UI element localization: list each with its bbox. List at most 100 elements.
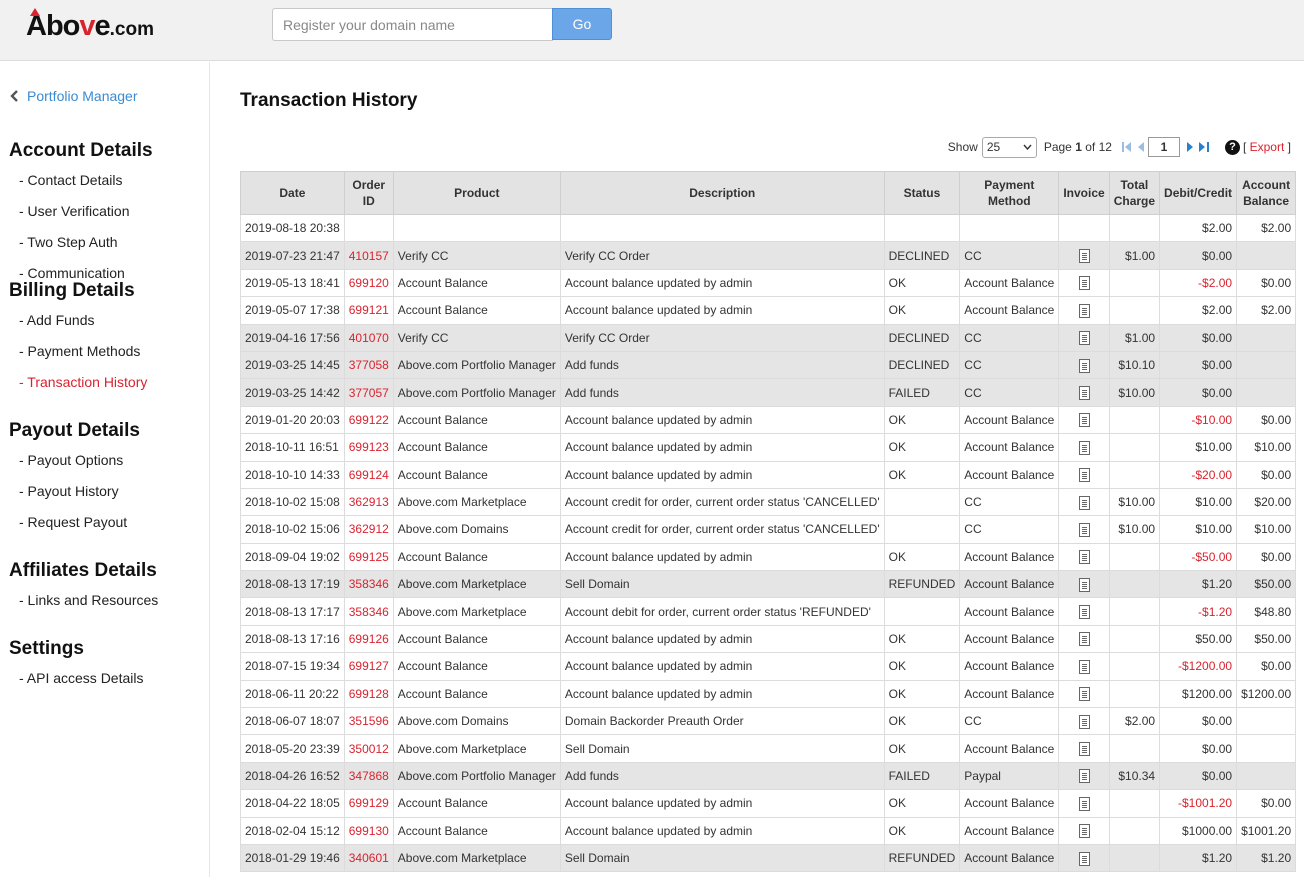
order-cell[interactable]: 699130 xyxy=(343,816,394,845)
invoice-icon[interactable] xyxy=(1078,742,1090,757)
table-row[interactable]: 2018-10-11 16:51 699123 Account Balance Acc… xyxy=(240,433,1297,462)
invoice-icon[interactable] xyxy=(1078,495,1090,510)
sidebar-item[interactable]: - API access Details xyxy=(9,663,144,694)
product-cell: Verify CC xyxy=(392,241,561,270)
sidebar-item[interactable]: - Add Funds xyxy=(9,305,147,336)
domain-search-input[interactable] xyxy=(272,8,553,41)
invoice-icon[interactable] xyxy=(1078,331,1090,346)
table-row[interactable]: 2018-10-02 15:06 362912 Above.com Domains A… xyxy=(240,515,1297,544)
table-row[interactable]: 2018-04-26 16:52 347868 Above.com Portfoli… xyxy=(240,761,1297,791)
order-cell[interactable]: 358346 xyxy=(343,570,394,599)
order-cell[interactable]: 699129 xyxy=(343,789,394,818)
invoice-icon[interactable] xyxy=(1078,468,1090,483)
invoice-icon[interactable] xyxy=(1078,440,1090,455)
order-cell[interactable]: 347868 xyxy=(343,761,394,791)
order-cell[interactable]: 699124 xyxy=(343,460,394,489)
sidebar-item[interactable]: - Contact Details xyxy=(9,165,153,196)
date-cell: 2018-10-02 15:08 xyxy=(240,487,345,517)
next-page-icon[interactable] xyxy=(1186,142,1194,152)
table-row[interactable]: 2018-08-13 17:16 699126 Account Balance Acc… xyxy=(240,624,1297,654)
order-cell[interactable]: 699128 xyxy=(343,679,394,709)
invoice-icon[interactable] xyxy=(1078,358,1090,373)
table-row[interactable]: 2019-04-16 17:56 401070 Verify CC Verify CC… xyxy=(240,323,1297,352)
invoice-icon[interactable] xyxy=(1078,550,1090,565)
sidebar-item[interactable]: - Request Payout xyxy=(9,507,140,538)
table-row[interactable]: 2018-01-29 19:46 340601 Above.com Marketpl… xyxy=(240,843,1297,873)
date-cell: 2018-10-02 15:06 xyxy=(240,515,345,544)
order-cell[interactable]: 699125 xyxy=(343,542,394,572)
table-row[interactable]: 2018-02-04 15:12 699130 Account Balance Acc… xyxy=(240,816,1297,845)
table-row[interactable]: 2018-08-13 17:19 358346 Above.com Marketpl… xyxy=(240,570,1297,599)
order-cell[interactable]: 699126 xyxy=(343,624,394,654)
invoice-icon[interactable] xyxy=(1078,303,1090,318)
invoice-icon[interactable] xyxy=(1078,769,1090,784)
status-cell: OK xyxy=(883,816,961,845)
sidebar-item[interactable]: - Payout History xyxy=(9,476,140,507)
invoice-icon[interactable] xyxy=(1078,796,1090,811)
sidebar-item[interactable]: - Two Step Auth xyxy=(9,227,153,258)
order-cell[interactable]: 377057 xyxy=(343,378,394,407)
table-row[interactable]: 2018-04-22 18:05 699129 Account Balance Acc… xyxy=(240,789,1297,818)
table-row[interactable]: 2019-03-25 14:45 377058 Above.com Portfoli… xyxy=(240,350,1297,380)
above-logo[interactable]: Above.com xyxy=(26,8,154,42)
table-row[interactable]: 2019-05-13 18:41 699120 Account Balance Acc… xyxy=(240,268,1297,298)
order-cell[interactable]: 699120 xyxy=(343,268,394,298)
invoice-icon[interactable] xyxy=(1078,687,1090,702)
order-cell[interactable] xyxy=(343,213,394,243)
table-row[interactable]: 2019-08-18 20:38 $2.00 $2.00 xyxy=(240,213,1297,243)
sidebar-item[interactable]: - User Verification xyxy=(9,196,153,227)
table-row[interactable]: 2018-10-10 14:33 699124 Account Balance Acc… xyxy=(240,460,1297,489)
sidebar-item[interactable]: - Transaction History xyxy=(9,367,147,398)
desc-cell: Account balance updated by admin xyxy=(559,679,885,709)
table-row[interactable]: 2018-10-02 15:08 362913 Above.com Marketpl… xyxy=(240,487,1297,517)
sidebar-item[interactable]: - Payout Options xyxy=(9,445,140,476)
order-cell[interactable]: 699122 xyxy=(343,405,394,435)
table-row[interactable]: 2019-05-07 17:38 699121 Account Balance Acc… xyxy=(240,296,1297,325)
invoice-icon[interactable] xyxy=(1078,714,1090,729)
order-cell[interactable]: 699123 xyxy=(343,433,394,462)
invoice-icon[interactable] xyxy=(1078,249,1090,263)
table-row[interactable]: 2019-07-23 21:47 410157 Verify CC Verify CC… xyxy=(240,241,1297,270)
table-row[interactable]: 2018-08-13 17:17 358346 Above.com Marketpl… xyxy=(240,597,1297,626)
prev-page-icon[interactable] xyxy=(1137,142,1144,152)
invoice-icon[interactable] xyxy=(1078,605,1090,620)
invoice-icon[interactable] xyxy=(1078,632,1090,647)
page-size-select[interactable]: 25 xyxy=(981,136,1037,158)
sidebar-item[interactable]: - Links and Resources xyxy=(9,585,158,616)
order-cell[interactable]: 358346 xyxy=(343,597,394,626)
order-cell[interactable]: 699121 xyxy=(343,296,394,325)
invoice-icon[interactable] xyxy=(1078,824,1090,839)
page-number-input[interactable]: 1 xyxy=(1147,137,1180,157)
invoice-icon[interactable] xyxy=(1078,659,1090,674)
go-button[interactable]: Go xyxy=(552,8,612,40)
invoice-icon[interactable] xyxy=(1078,413,1090,428)
order-cell[interactable]: 362912 xyxy=(343,515,394,544)
table-row[interactable]: 2018-07-15 19:34 699127 Account Balance Acc… xyxy=(240,652,1297,681)
order-cell[interactable]: 401070 xyxy=(343,323,394,352)
table-row[interactable]: 2018-05-20 23:39 350012 Above.com Marketpl… xyxy=(240,734,1297,763)
back-to-portfolio-link[interactable]: Portfolio Manager xyxy=(10,88,138,104)
order-cell[interactable]: 410157 xyxy=(343,241,394,270)
first-page-icon[interactable] xyxy=(1121,142,1132,152)
export-link[interactable]: Export xyxy=(1250,140,1285,154)
invoice-icon[interactable] xyxy=(1078,522,1090,537)
table-row[interactable]: 2019-03-25 14:42 377057 Above.com Portfoli… xyxy=(240,378,1297,407)
sidebar-item[interactable]: - Payment Methods xyxy=(9,336,147,367)
sidebar-section-title: Affiliates Details xyxy=(9,560,157,581)
table-row[interactable]: 2018-06-11 20:22 699128 Account Balance Acc… xyxy=(240,679,1297,709)
order-cell[interactable]: 351596 xyxy=(343,707,394,736)
order-cell[interactable]: 377058 xyxy=(343,350,394,380)
invoice-icon[interactable] xyxy=(1078,851,1090,866)
invoice-icon[interactable] xyxy=(1078,276,1090,291)
order-cell[interactable]: 699127 xyxy=(343,652,394,681)
table-row[interactable]: 2018-09-04 19:02 699125 Account Balance Acc… xyxy=(240,542,1297,572)
help-icon[interactable]: ? xyxy=(1224,139,1240,155)
order-cell[interactable]: 340601 xyxy=(343,843,394,873)
table-row[interactable]: 2018-06-07 18:07 351596 Above.com Domains D… xyxy=(240,707,1297,736)
order-cell[interactable]: 362913 xyxy=(343,487,394,517)
invoice-icon[interactable] xyxy=(1078,577,1090,592)
last-page-icon[interactable] xyxy=(1198,142,1209,152)
table-row[interactable]: 2019-01-20 20:03 699122 Account Balance Acc… xyxy=(240,405,1297,435)
invoice-icon[interactable] xyxy=(1078,385,1090,400)
order-cell[interactable]: 350012 xyxy=(343,734,394,763)
